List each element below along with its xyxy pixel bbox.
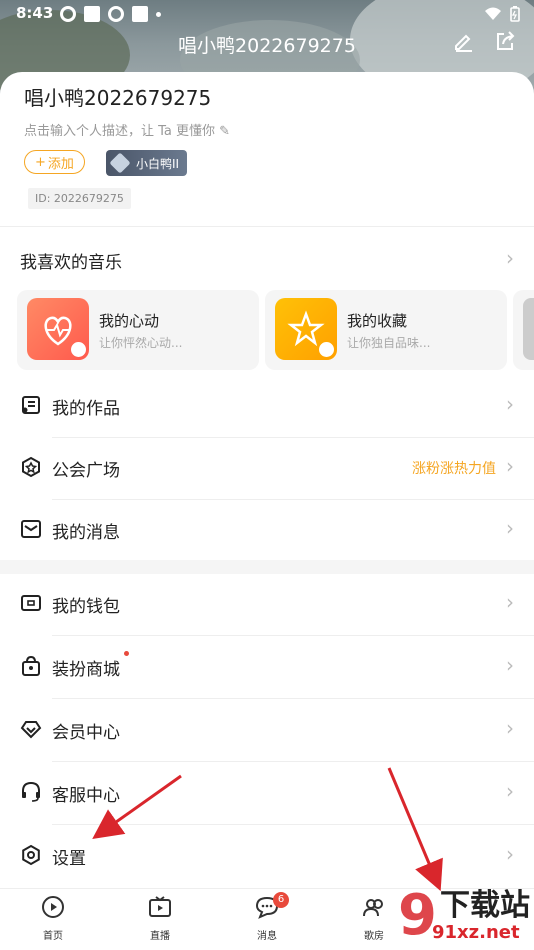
nav-tab-live[interactable]: 直播 xyxy=(120,895,200,942)
status-time: 8:43 xyxy=(16,4,54,22)
status-bar: 8:43 xyxy=(0,0,534,28)
chevron-right-icon: › xyxy=(506,842,514,866)
play-icon xyxy=(319,342,334,357)
favorite-card-subtitle: 让你独自品味... xyxy=(347,336,431,350)
star-icon xyxy=(275,298,337,360)
headset-icon xyxy=(22,781,40,802)
vip-icon xyxy=(20,721,42,739)
chevron-right-icon: › xyxy=(506,392,514,416)
menu-item-label: 我的钱包 xyxy=(52,597,120,617)
menu-item-shop[interactable]: 装扮商城 › xyxy=(0,637,534,699)
status-system-icons xyxy=(484,6,520,22)
guild-promo-text: 涨粉涨热力值 xyxy=(412,461,496,477)
wifi-icon xyxy=(485,7,501,20)
notification-square-icon xyxy=(84,6,100,22)
music-list-icon xyxy=(22,396,40,414)
wallet-icon xyxy=(21,595,41,611)
share-icon[interactable] xyxy=(494,30,516,52)
chevron-right-icon: › xyxy=(506,454,514,478)
services-card: 我的钱包 › 装扮商城 › 会员中心 › 客服中心 › 设置 › xyxy=(0,574,534,889)
menu-item-works[interactable]: 我的作品 › xyxy=(0,376,534,438)
menu-item-vip[interactable]: 会员中心 › xyxy=(0,700,534,762)
badge-label: 小白鸭II xyxy=(136,156,180,171)
sync-icon xyxy=(108,6,124,22)
play-icon xyxy=(71,342,86,357)
tv-icon xyxy=(149,896,171,917)
favorite-card-title: 我的心动 xyxy=(99,312,160,330)
description-text: 点击输入个人描述，让 Ta 更懂你 xyxy=(24,124,216,139)
profile-card: 唱小鸭2022679275 点击输入个人描述，让 Ta 更懂你 ✎ + 添加 小… xyxy=(0,72,534,560)
profile-description[interactable]: 点击输入个人描述，让 Ta 更懂你 ✎ xyxy=(24,120,230,139)
chevron-right-icon: › xyxy=(506,590,514,614)
add-tag-button[interactable]: + 添加 xyxy=(24,150,85,174)
mail-icon xyxy=(21,520,41,538)
menu-item-label: 装扮商城 xyxy=(52,660,120,680)
guild-icon xyxy=(22,456,40,478)
favorite-card-partial[interactable] xyxy=(513,290,534,370)
unread-badge: 6 xyxy=(273,892,289,908)
battery-icon xyxy=(510,6,520,22)
menu-item-guild[interactable]: 公会广场 涨粉涨热力值 › xyxy=(0,438,534,500)
menu-item-label: 我的消息 xyxy=(52,523,120,543)
nav-label: 直播 xyxy=(150,931,170,942)
watermark-text: 下载站 xyxy=(440,888,530,923)
menu-item-label: 设置 xyxy=(52,849,86,869)
favorite-card-subtitle: 让你怦然心动... xyxy=(99,336,183,350)
menu-item-wallet[interactable]: 我的钱包 › xyxy=(0,574,534,636)
site-watermark: 9 下载站 91xz.net xyxy=(398,878,534,950)
favorite-card-heartbeat[interactable]: 我的心动 让你怦然心动... xyxy=(17,290,259,370)
nav-label: 消息 xyxy=(257,931,277,942)
add-tag-label: 添加 xyxy=(47,156,74,172)
edit-icon[interactable] xyxy=(452,30,474,52)
user-id-chip: ID: 2022679275 xyxy=(28,188,131,209)
menu-item-label: 会员中心 xyxy=(52,723,120,743)
home-play-icon xyxy=(42,896,64,918)
level-badge[interactable]: 小白鸭II xyxy=(106,150,188,176)
plus-icon: + xyxy=(35,154,46,170)
chevron-right-icon: › xyxy=(506,246,514,270)
nav-label: 首页 xyxy=(43,931,63,942)
sync-icon xyxy=(60,6,76,22)
divider xyxy=(0,226,534,227)
chevron-right-icon: › xyxy=(506,653,514,677)
status-notification-icons xyxy=(60,6,161,22)
people-icon xyxy=(363,899,383,917)
new-indicator-dot xyxy=(124,651,129,656)
heartbeat-icon xyxy=(27,298,89,360)
menu-item-label: 公会广场 xyxy=(52,461,120,481)
favorites-title: 我喜欢的音乐 xyxy=(20,253,122,273)
favorite-card-collection[interactable]: 我的收藏 让你独自品味... xyxy=(265,290,507,370)
favorite-card-title: 我的收藏 xyxy=(347,312,408,330)
menu-item-label: 客服中心 xyxy=(52,786,120,806)
menu-item-label: 我的作品 xyxy=(52,399,120,419)
nav-tab-messages[interactable]: 6 消息 xyxy=(227,892,307,942)
notification-square-icon xyxy=(132,6,148,22)
watermark-url: 91xz.net xyxy=(432,922,520,943)
chevron-right-icon: › xyxy=(506,779,514,803)
settings-icon xyxy=(22,844,40,866)
more-dot-icon xyxy=(156,11,161,17)
diamond-icon xyxy=(109,152,131,174)
nav-tab-home[interactable]: 首页 xyxy=(13,895,93,942)
menu-item-support[interactable]: 客服中心 › xyxy=(0,763,534,825)
pencil-icon: ✎ xyxy=(219,124,231,139)
username[interactable]: 唱小鸭2022679275 xyxy=(24,82,211,111)
chevron-right-icon: › xyxy=(506,716,514,740)
menu-item-messages[interactable]: 我的消息 › xyxy=(0,500,534,562)
shop-icon xyxy=(22,655,40,676)
chevron-right-icon: › xyxy=(506,516,514,540)
